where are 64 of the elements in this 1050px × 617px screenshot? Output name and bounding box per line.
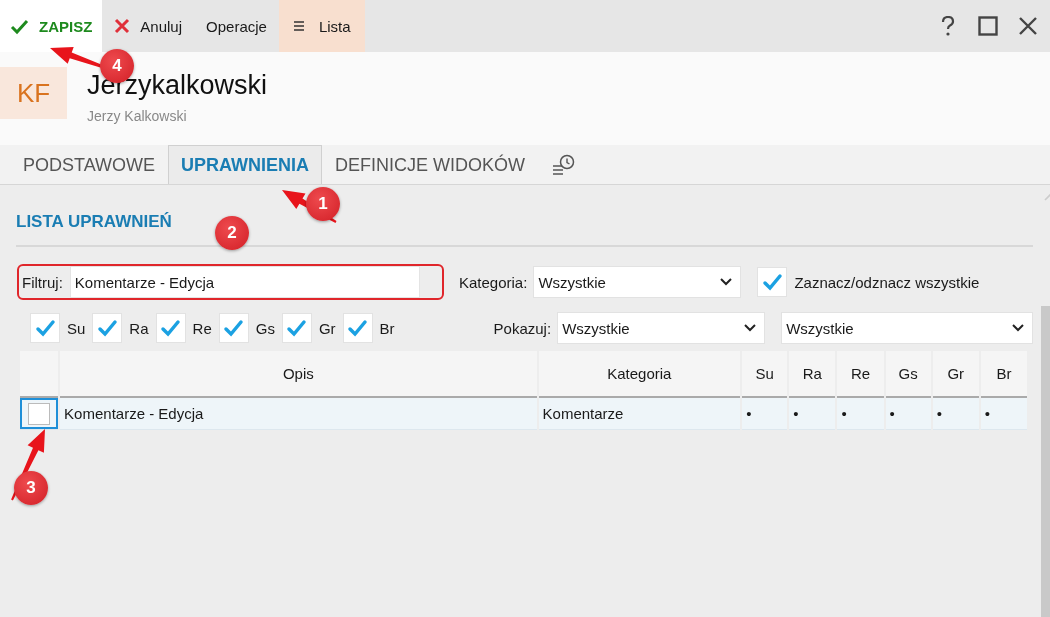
check-icon bbox=[96, 318, 118, 338]
history-icon[interactable] bbox=[552, 153, 575, 176]
column-header[interactable]: Kategoria bbox=[538, 351, 741, 398]
caret-icon bbox=[720, 278, 733, 286]
check-icon bbox=[10, 17, 29, 35]
select-all-label: Zaznacz/odznacz wszystkie bbox=[794, 273, 980, 291]
show-dropdown[interactable]: Wszystkie bbox=[557, 312, 766, 344]
checkbox-label: Gs bbox=[255, 319, 275, 337]
table-cell: Komentarze - Edycja bbox=[60, 398, 537, 430]
table-cell: • bbox=[837, 398, 884, 430]
table-cell: • bbox=[980, 398, 1027, 430]
checkbox-label: Br bbox=[379, 319, 395, 337]
close-icon bbox=[114, 18, 131, 34]
list-button[interactable]: Lista bbox=[278, 0, 365, 52]
checkbox[interactable] bbox=[281, 313, 312, 343]
caret-icon bbox=[1012, 324, 1025, 332]
check-icon bbox=[286, 318, 308, 338]
check-icon bbox=[160, 318, 182, 338]
select-all-checkbox[interactable] bbox=[757, 267, 788, 297]
checkbox-label: Su bbox=[67, 319, 86, 337]
filter-field[interactable]: Komentarze - Edycja bbox=[69, 266, 420, 298]
checkbox[interactable] bbox=[30, 313, 60, 343]
table-cell: • bbox=[742, 398, 788, 430]
checkbox-label: Ra bbox=[129, 319, 149, 337]
column-header[interactable]: Su bbox=[742, 351, 788, 398]
cancel-button[interactable]: Anuluj bbox=[102, 0, 195, 52]
table-cell: Komentarze bbox=[538, 398, 741, 430]
table-cell: • bbox=[789, 398, 836, 430]
column-header[interactable]: Gs bbox=[885, 351, 931, 398]
checkbox[interactable] bbox=[155, 313, 186, 343]
record-subtitle: Jerzy Kalkowski bbox=[87, 108, 188, 124]
check-icon bbox=[34, 318, 56, 338]
check-icon bbox=[223, 318, 245, 338]
show-dropdown[interactable]: Wszystkie bbox=[781, 312, 1034, 344]
category-label: Kategoria: bbox=[459, 273, 528, 291]
table-cell: • bbox=[885, 398, 931, 430]
column-header[interactable]: Opis bbox=[60, 351, 537, 398]
menu-icon bbox=[292, 20, 305, 32]
filter-label: Filtruj: bbox=[22, 273, 63, 291]
operations-button[interactable]: Operacje bbox=[194, 0, 279, 52]
column-header[interactable]: Ra bbox=[789, 351, 836, 398]
show-label: Pokazuj: bbox=[493, 319, 552, 337]
avatar: KF bbox=[0, 67, 67, 119]
column-header[interactable]: Re bbox=[837, 351, 884, 398]
checkbox[interactable] bbox=[342, 313, 373, 343]
checkbox-label: Re bbox=[192, 319, 212, 337]
check-icon bbox=[347, 318, 369, 338]
maximize-icon[interactable] bbox=[978, 16, 998, 36]
column-header[interactable]: Gr bbox=[932, 351, 979, 398]
close-icon[interactable] bbox=[1018, 16, 1038, 36]
checkbox-label: Gr bbox=[318, 319, 336, 337]
category-dropdown[interactable]: Wszystkie bbox=[533, 266, 742, 298]
tab[interactable]: UPRAWNIENIA bbox=[168, 145, 322, 184]
selected-cell[interactable] bbox=[20, 398, 58, 429]
checkbox[interactable] bbox=[218, 313, 249, 343]
table-cell: • bbox=[932, 398, 979, 430]
checkbox[interactable] bbox=[92, 313, 123, 343]
save-button[interactable]: ZAPISZ bbox=[0, 0, 103, 52]
tab[interactable]: PODSTAWOWE bbox=[10, 145, 168, 184]
row-checkbox[interactable] bbox=[28, 402, 50, 425]
tab[interactable]: DEFINICJE WIDOKÓW bbox=[322, 145, 538, 184]
column-header[interactable]: Br bbox=[980, 351, 1027, 398]
check-icon bbox=[761, 272, 783, 292]
caret-icon bbox=[744, 324, 757, 332]
